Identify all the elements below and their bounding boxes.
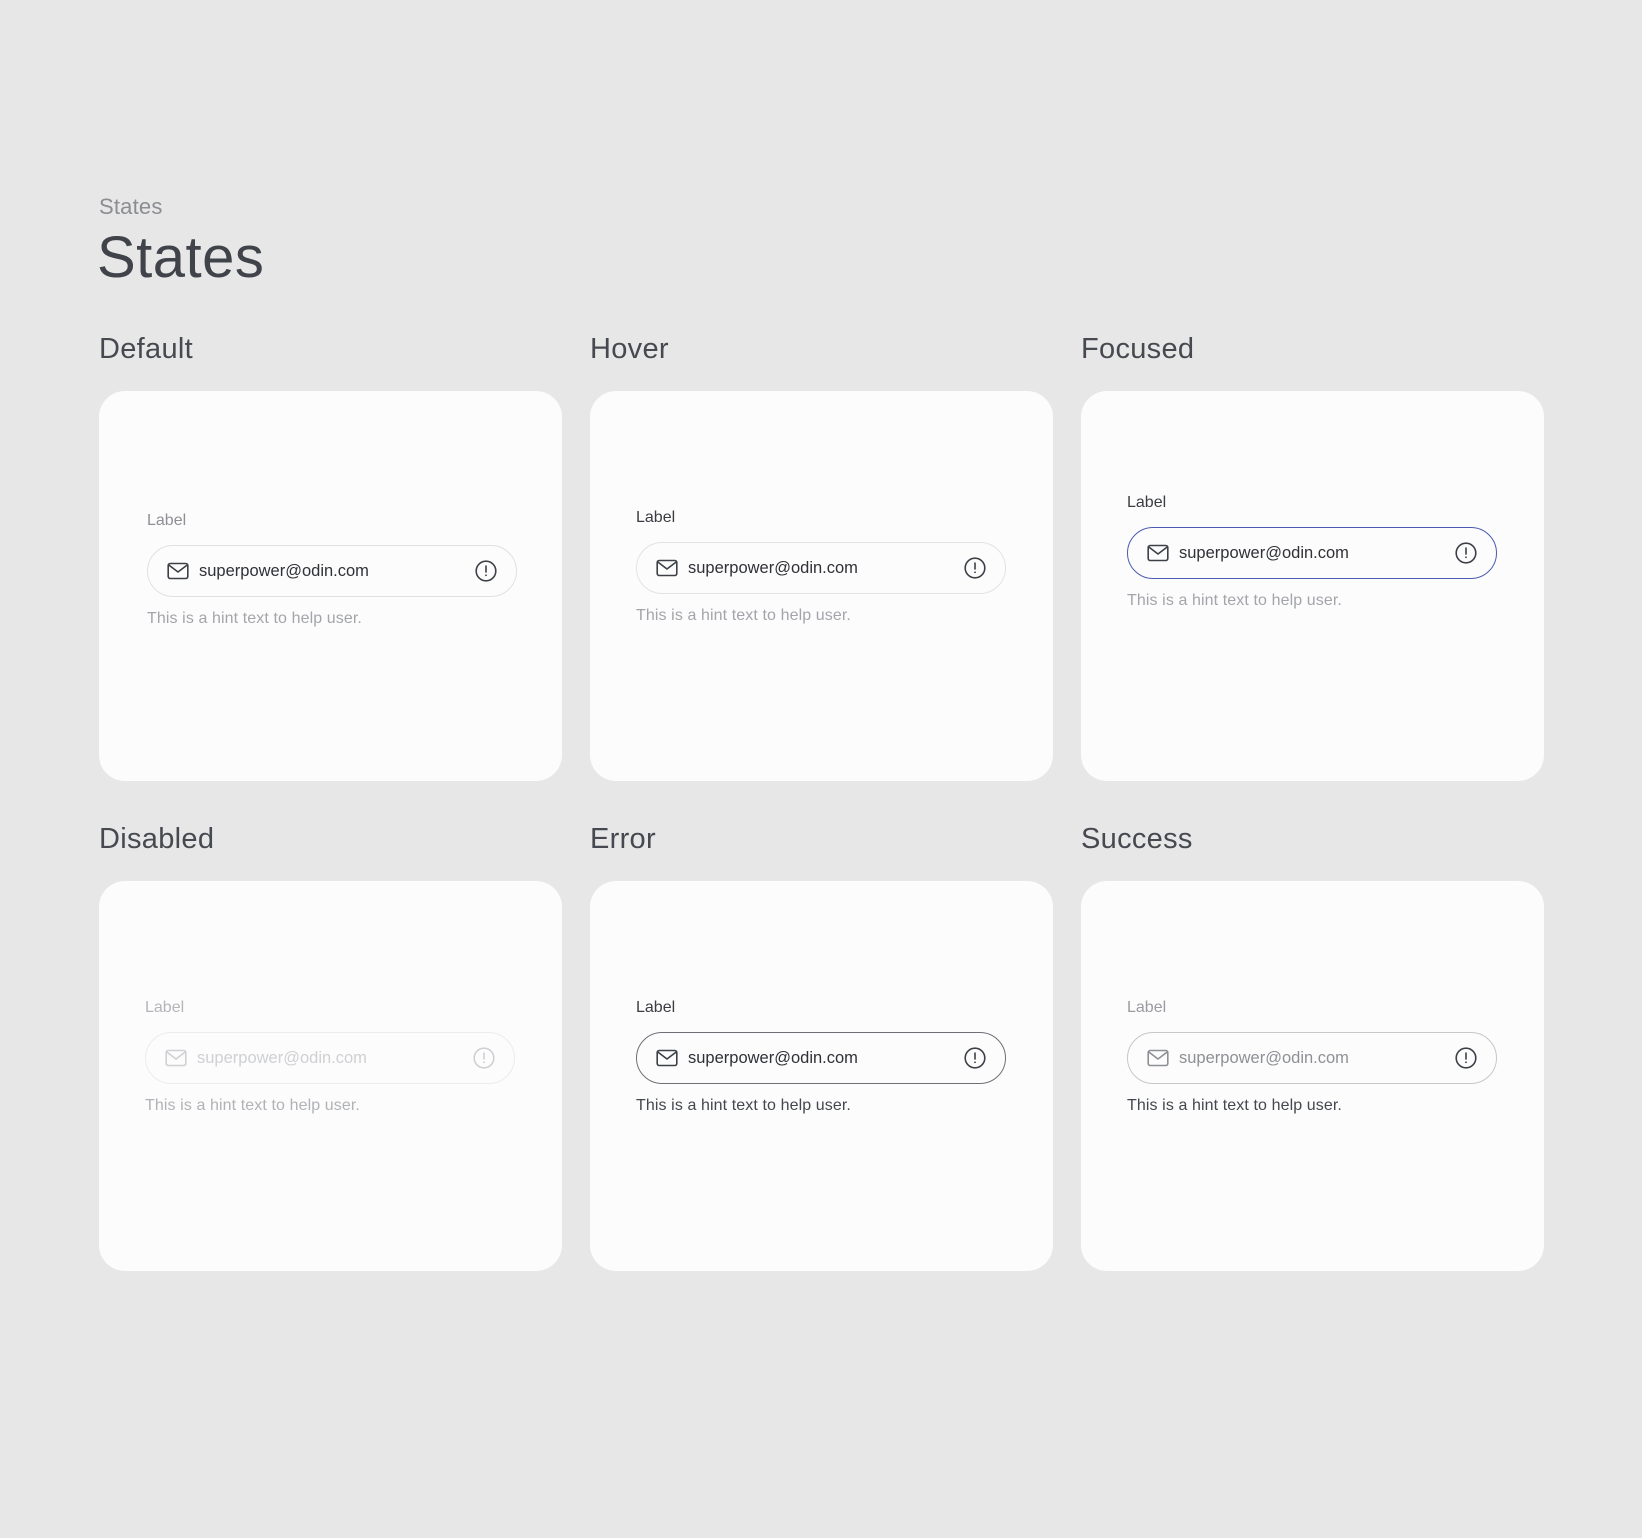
info-circle-icon[interactable]: [1454, 1046, 1478, 1070]
field-label: Label: [147, 512, 187, 529]
field-label: Label: [145, 999, 185, 1016]
field-label: Label: [636, 999, 676, 1016]
state-card-default: Label superpower@odin.com This is a hint…: [99, 391, 562, 781]
state-card-focused: Label superpower@odin.com This is a hint…: [1081, 391, 1544, 781]
mail-icon: [656, 1049, 678, 1067]
field-label: Label: [636, 509, 676, 526]
input-value: superpower@odin.com: [688, 558, 858, 577]
state-card-success: Label superpower@odin.com This is a hint…: [1081, 881, 1544, 1271]
input-value: superpower@odin.com: [197, 1048, 367, 1067]
info-circle-icon: [472, 1046, 496, 1070]
email-input: superpower@odin.com: [145, 1032, 515, 1084]
section-title-hover: Hover: [590, 333, 669, 365]
section-title-success: Success: [1081, 823, 1193, 855]
field-hint: This is a hint text to help user.: [1127, 1097, 1342, 1114]
field-label: Label: [1127, 999, 1167, 1016]
state-card-hover: Label superpower@odin.com This is a hint…: [590, 391, 1053, 781]
input-field: Label superpower@odin.com This is a hint…: [147, 511, 517, 629]
input-value: superpower@odin.com: [1179, 1048, 1349, 1067]
field-hint: This is a hint text to help user.: [145, 1097, 360, 1114]
input-field: Label superpower@odin.com This is a hint…: [636, 998, 1006, 1116]
section-title-error: Error: [590, 823, 656, 855]
email-input[interactable]: superpower@odin.com: [147, 545, 517, 597]
email-input[interactable]: superpower@odin.com: [636, 1032, 1006, 1084]
input-field: Label superpower@odin.com This is a hint…: [1127, 493, 1497, 611]
page-title: States: [97, 225, 265, 290]
section-title-focused: Focused: [1081, 333, 1195, 365]
email-input[interactable]: superpower@odin.com: [1127, 527, 1497, 579]
input-field: Label superpower@odin.com This is a hint…: [1127, 998, 1497, 1116]
section-title-default: Default: [99, 333, 193, 365]
email-input[interactable]: superpower@odin.com: [636, 542, 1006, 594]
info-circle-icon[interactable]: [474, 559, 498, 583]
mail-icon: [167, 562, 189, 580]
field-label: Label: [1127, 494, 1167, 511]
mail-icon: [656, 559, 678, 577]
info-circle-icon[interactable]: [963, 1046, 987, 1070]
mail-icon: [1147, 1049, 1169, 1067]
field-hint: This is a hint text to help user.: [636, 607, 851, 624]
input-value: superpower@odin.com: [199, 561, 369, 580]
mail-icon: [165, 1049, 187, 1067]
info-circle-icon[interactable]: [963, 556, 987, 580]
field-hint: This is a hint text to help user.: [1127, 592, 1342, 609]
mail-icon: [1147, 544, 1169, 562]
input-field: Label superpower@odin.com This is a hint…: [145, 998, 515, 1116]
input-field: Label superpower@odin.com This is a hint…: [636, 508, 1006, 626]
info-circle-icon[interactable]: [1454, 541, 1478, 565]
email-input[interactable]: superpower@odin.com: [1127, 1032, 1497, 1084]
field-hint: This is a hint text to help user.: [636, 1097, 851, 1114]
state-card-error: Label superpower@odin.com This is a hint…: [590, 881, 1053, 1271]
page-eyebrow: States: [99, 194, 163, 219]
input-value: superpower@odin.com: [1179, 543, 1349, 562]
input-value: superpower@odin.com: [688, 1048, 858, 1067]
section-title-disabled: Disabled: [99, 823, 215, 855]
field-hint: This is a hint text to help user.: [147, 610, 362, 627]
state-card-disabled: Label superpower@odin.com This is a hint…: [99, 881, 562, 1271]
